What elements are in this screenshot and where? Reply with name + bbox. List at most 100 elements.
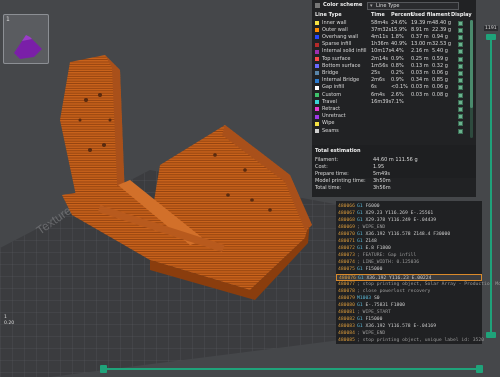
move-end-handle[interactable] bbox=[476, 365, 483, 373]
display-checkbox[interactable] bbox=[458, 70, 463, 76]
legend-row[interactable]: Overhang wall 4m11s 1.8% 0.37 m 0.94 g bbox=[315, 34, 473, 41]
legend-row[interactable]: Retract bbox=[315, 106, 473, 113]
gcode-line[interactable]: 480085; stop printing object, unique lab… bbox=[336, 337, 484, 345]
line-type-length: 0.03 m bbox=[411, 69, 429, 76]
legend-header: Color scheme bbox=[315, 2, 362, 9]
display-checkbox[interactable] bbox=[458, 99, 463, 105]
legend-row[interactable]: Wipe bbox=[315, 121, 473, 128]
layer-bottom-labels: 1 0.20 bbox=[4, 315, 14, 327]
layer-slider[interactable]: 1191 bbox=[484, 26, 498, 344]
line-type-swatch bbox=[315, 28, 319, 33]
display-checkbox[interactable] bbox=[458, 121, 463, 127]
plate-thumbnail[interactable]: 1 bbox=[3, 14, 49, 64]
gcode-line-text: ; close powerlost recovery bbox=[357, 289, 430, 294]
gcode-line-text: G1 E-.75831 F1800 bbox=[357, 303, 405, 308]
line-type-swatch bbox=[315, 71, 319, 76]
line-type-label: Top surface bbox=[322, 55, 351, 62]
legend-row[interactable]: Inner wall 58m4s 24.6% 19.39 m 48.40 g bbox=[315, 20, 473, 27]
display-checkbox[interactable] bbox=[458, 63, 463, 69]
line-type-label: Seams bbox=[322, 127, 339, 134]
gcode-line-number: 480085 bbox=[338, 337, 355, 343]
line-type-weight: 0.06 g bbox=[432, 84, 448, 91]
gcode-line-number: 480071 bbox=[338, 239, 355, 245]
display-checkbox[interactable] bbox=[458, 42, 463, 48]
display-checkbox[interactable] bbox=[458, 114, 463, 120]
line-type-label: Bridge bbox=[322, 69, 339, 76]
estimation-value: 44.60 m 111.56 g bbox=[373, 157, 418, 163]
legend-row[interactable]: Gap infill 6s <0.1% 0.03 m 0.06 g bbox=[315, 85, 473, 92]
col-display: Display bbox=[451, 12, 472, 18]
estimation-label: Model printing time: bbox=[315, 178, 366, 184]
legend-row[interactable]: Unretract bbox=[315, 114, 473, 121]
legend-row[interactable]: Top surface 2m14s 0.9% 0.25 m 0.59 g bbox=[315, 56, 473, 63]
line-type-swatch bbox=[315, 21, 319, 25]
line-type-percent: 7.1% bbox=[391, 98, 404, 105]
gcode-line-number: 480080 bbox=[338, 302, 355, 308]
line-type-percent: 0.8% bbox=[391, 62, 404, 69]
gcode-line-number: 480074 bbox=[338, 260, 355, 266]
gcode-args: ; WIPE_END bbox=[357, 225, 386, 231]
view-type-select[interactable]: ▾ Line Type bbox=[367, 2, 459, 10]
line-type-length: 0.03 m bbox=[411, 84, 429, 91]
line-type-time: 6s bbox=[371, 84, 377, 91]
line-type-length: 2.16 m bbox=[411, 48, 429, 55]
display-checkbox[interactable] bbox=[458, 20, 463, 26]
line-type-length: 8.91 m bbox=[411, 26, 429, 33]
line-type-swatch bbox=[315, 49, 319, 54]
line-type-time: 10m17s bbox=[371, 48, 392, 55]
col-used-filament: Used filament bbox=[411, 12, 451, 18]
gcode-line-number: 480072 bbox=[338, 246, 355, 252]
estimation-value: 3h50m bbox=[373, 178, 391, 184]
gcode-args: X36.192 Y116.578 Z148.4 F30000 bbox=[362, 232, 451, 238]
legend-row[interactable]: Seams bbox=[315, 128, 473, 135]
legend-row[interactable]: Bottom surface 1m56s 0.8% 0.13 m 0.32 g bbox=[315, 63, 473, 70]
layer-top-handle[interactable] bbox=[486, 34, 496, 40]
move-start-handle[interactable] bbox=[100, 365, 107, 373]
display-checkbox[interactable] bbox=[458, 27, 463, 33]
layer-bottom-handle[interactable] bbox=[486, 332, 496, 338]
display-checkbox[interactable] bbox=[458, 106, 463, 112]
line-type-swatch bbox=[315, 107, 319, 112]
legend-row[interactable]: Travel 16m39s 7.1% bbox=[315, 99, 473, 106]
legend-row[interactable]: Sparse infill 1h36m 40.9% 13.00 m 32.53 g bbox=[315, 42, 473, 49]
line-type-label: Sparse infill bbox=[322, 41, 352, 48]
line-type-weight: 0.32 g bbox=[432, 62, 448, 69]
layer-top-value: 1191 bbox=[484, 26, 498, 31]
estimation-value: 1.95 bbox=[373, 164, 385, 170]
gcode-line-number: 480078 bbox=[338, 288, 355, 294]
gcode-args: E.8 F1800 bbox=[362, 246, 391, 252]
legend-row[interactable]: Internal Bridge 2m6s 0.9% 0.34 m 0.85 g bbox=[315, 78, 473, 85]
legend-scrollbar[interactable] bbox=[470, 20, 473, 138]
col-line-type: Line Type bbox=[315, 12, 342, 18]
legend-row[interactable]: Outer wall 37m32s 15.9% 8.91 m 22.39 g bbox=[315, 27, 473, 34]
line-type-weight: 0.85 g bbox=[432, 77, 448, 84]
move-slider[interactable] bbox=[98, 363, 486, 375]
display-checkbox[interactable] bbox=[458, 128, 463, 134]
gcode-line-number: 480069 bbox=[338, 225, 355, 231]
legend-row[interactable]: Custom 6m4s 2.6% 0.03 m 0.08 g bbox=[315, 92, 473, 99]
gcode-line-text: ; WIPE_END bbox=[357, 225, 385, 230]
legend-row[interactable]: Internal solid infill 10m17s 4.4% 2.16 m 5.4… bbox=[315, 49, 473, 56]
gcode-args: F15000 bbox=[362, 267, 383, 273]
gcode-line-text: ; LINE_WIDTH: 0.125036 bbox=[357, 260, 419, 265]
gcode-line-text: ; stop printing object, unique label id:… bbox=[357, 338, 484, 343]
display-checkbox[interactable] bbox=[458, 85, 463, 91]
gcode-line-text: G1 X29.378 Y116.249 E-.04439 bbox=[357, 218, 436, 223]
line-type-time: 1h36m bbox=[371, 41, 389, 48]
line-type-percent: 2.6% bbox=[391, 91, 404, 98]
gcode-viewer[interactable]: 480066 G1 F6000 480067 G1 X29.23 Y116.269 E… bbox=[336, 201, 500, 345]
line-type-swatch bbox=[315, 100, 319, 105]
legend-row[interactable]: Bridge 25s 0.2% 0.03 m 0.06 g bbox=[315, 70, 473, 77]
line-type-weight: 0.08 g bbox=[432, 91, 448, 98]
line-type-label: Outer wall bbox=[322, 26, 348, 33]
display-checkbox[interactable] bbox=[458, 92, 463, 98]
gcode-line-number: 480081 bbox=[338, 309, 355, 315]
estimation-label: Cost: bbox=[315, 164, 328, 170]
display-checkbox[interactable] bbox=[458, 78, 463, 84]
gcode-line-text: G1 F6000 bbox=[357, 204, 380, 209]
line-type-length: 19.39 m bbox=[411, 19, 432, 26]
gcode-command: M1003 bbox=[357, 295, 372, 301]
display-checkbox[interactable] bbox=[458, 56, 463, 62]
display-checkbox[interactable] bbox=[458, 49, 463, 55]
display-checkbox[interactable] bbox=[458, 34, 463, 40]
